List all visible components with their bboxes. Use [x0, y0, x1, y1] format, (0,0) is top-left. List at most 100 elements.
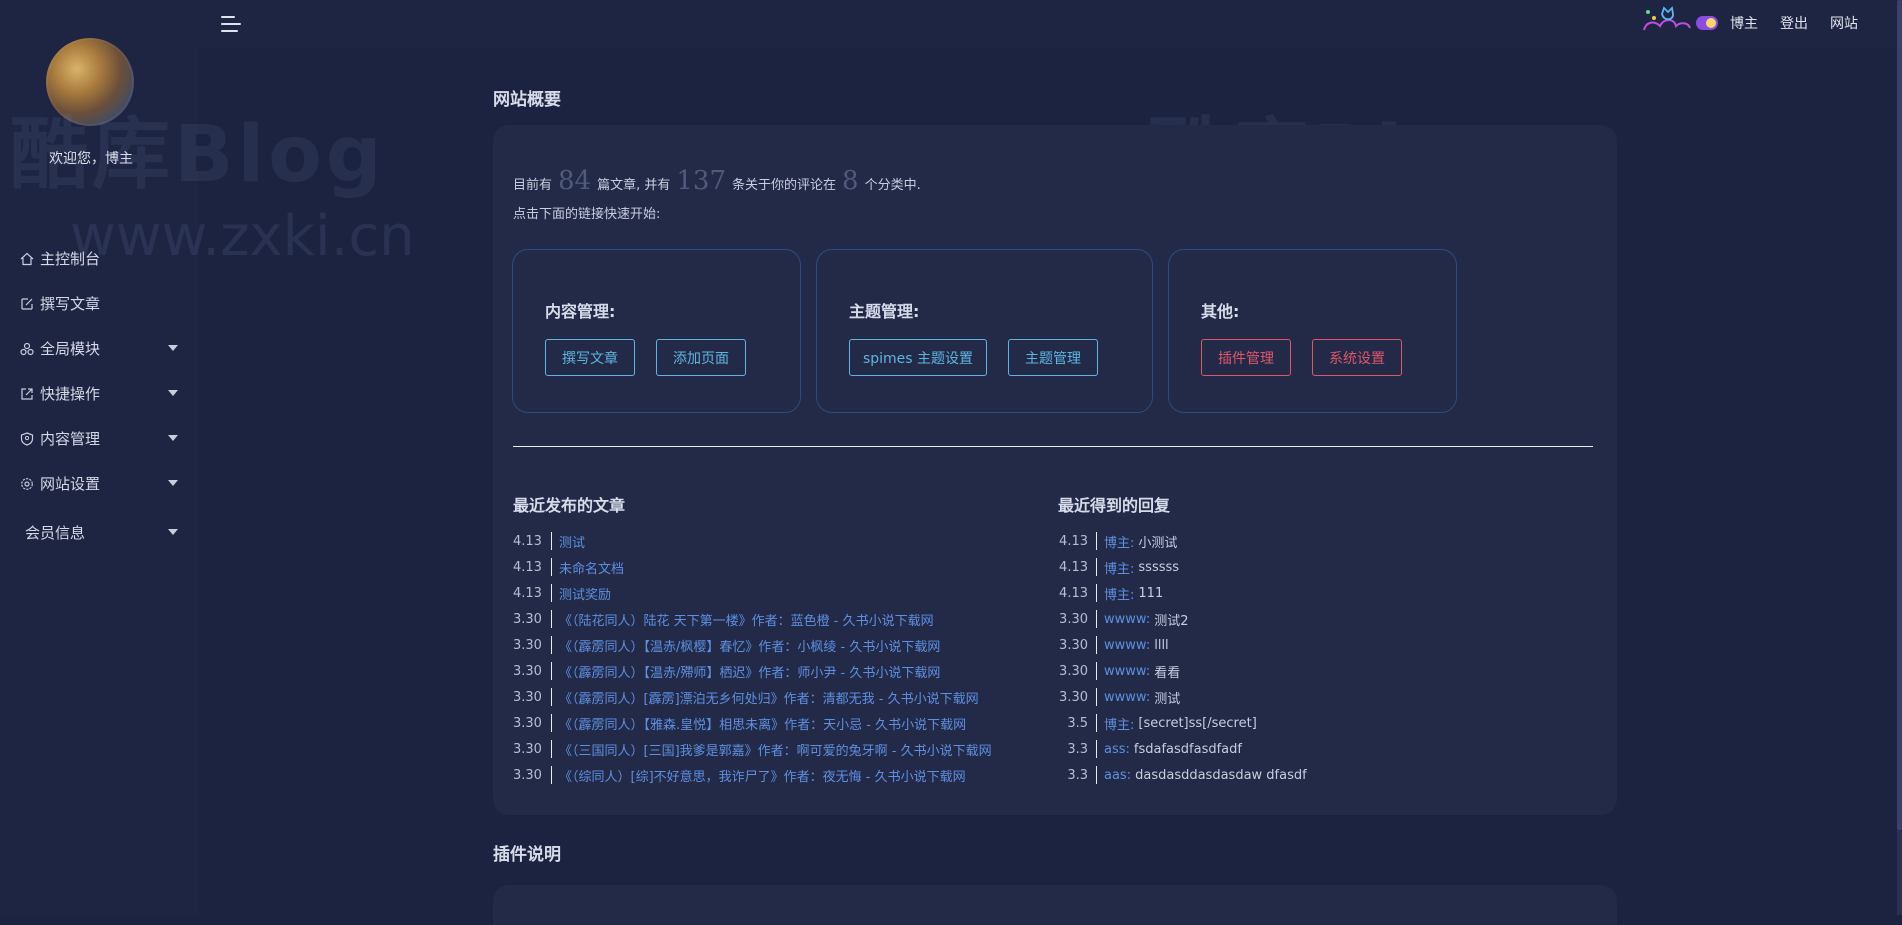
avatar[interactable] — [46, 38, 134, 126]
system-settings-button[interactable]: 系统设置 — [1312, 339, 1402, 376]
post-link[interactable]: 《（霹雳同人）【温赤/枫樱】春忆》作者：小枫绫 - 久书小说下载网 — [559, 636, 940, 655]
external-link-icon — [20, 387, 34, 401]
post-link[interactable]: 未命名文档 — [559, 558, 624, 577]
scrollbar-thumb[interactable] — [1897, 0, 1902, 830]
list-item: 3.30 wwww: 测试2 — [1059, 610, 1189, 629]
list-item: 3.30 《（三国同人）[三国]我爹是郭嘉》作者：啊可爱的兔牙啊 - 久书小说下载… — [513, 740, 992, 759]
reply-author-link[interactable]: 博主: — [1104, 714, 1134, 733]
chevron-down-icon — [168, 529, 178, 535]
theme-manage-button[interactable]: 主题管理 — [1008, 339, 1098, 376]
reply-text[interactable]: ssssss — [1138, 560, 1179, 575]
sidebar-item-global-modules[interactable]: 全局模块 — [0, 326, 198, 371]
post-link[interactable]: 《（霹雳同人）[霹雳]漂泊无乡何处归》作者：清都无我 - 久书小说下载网 — [559, 688, 979, 707]
reply-text[interactable]: llll — [1154, 638, 1168, 653]
post-link[interactable]: 《（陆花同人）陆花 天下第一楼》作者：蓝色橙 - 久书小说下载网 — [559, 610, 934, 629]
write-post-button[interactable]: 撰写文章 — [545, 339, 635, 376]
top-link-logout[interactable]: 登出 — [1780, 13, 1808, 33]
list-item: 4.13 博主: 111 — [1059, 584, 1164, 603]
post-link[interactable]: 测试奖励 — [559, 584, 611, 603]
sidebar-item-label: 主控制台 — [40, 250, 101, 268]
sidebar-item-member[interactable]: 会员信息 — [0, 510, 198, 555]
list-item: 4.13 未命名文档 — [513, 558, 625, 577]
list-item: 3.30 《（霹雳同人）【温赤/枫樱】春忆》作者：小枫绫 - 久书小说下载网 — [513, 636, 941, 655]
reply-author-link[interactable]: wwww: — [1104, 638, 1150, 653]
reply-text[interactable]: [secret]ss[/secret] — [1138, 716, 1256, 731]
reply-text[interactable]: 测试2 — [1154, 610, 1188, 629]
reply-author-link[interactable]: 博主: — [1104, 532, 1134, 551]
edit-icon — [20, 297, 34, 311]
scrollbar[interactable] — [1897, 0, 1902, 915]
list-item: 4.13 测试奖励 — [513, 584, 612, 603]
sidebar-item-label: 快捷操作 — [40, 385, 101, 403]
list-item: 4.13 博主: 小测试 — [1059, 532, 1178, 551]
sidebar-item-content[interactable]: 内容管理 — [0, 416, 198, 461]
decorative-cat-logo-icon — [1643, 6, 1718, 31]
sidebar-item-label: 全局模块 — [40, 340, 101, 358]
list-item: 3.30 《（霹雳同人）【温赤/殢师】栖迟》作者：师小尹 - 久书小说下载网 — [513, 662, 941, 681]
recent-posts-title: 最近发布的文章 — [513, 496, 626, 515]
reply-author-link[interactable]: ass: — [1104, 742, 1130, 757]
list-item: 3.30 wwww: 看看 — [1059, 662, 1181, 681]
post-link[interactable]: 《（霹雳同人）【温赤/殢师】栖迟》作者：师小尹 - 久书小说下载网 — [559, 662, 940, 681]
home-icon — [20, 252, 34, 266]
reply-author-link[interactable]: wwww: — [1104, 612, 1150, 627]
plugin-manage-button[interactable]: 插件管理 — [1201, 339, 1291, 376]
list-item: 3.30 《（综同人）[综]不好意思，我诈尸了》作者：夜无悔 - 久书小说下载网 — [513, 766, 966, 785]
top-link-profile[interactable]: 博主 — [1730, 13, 1758, 33]
recent-replies-title: 最近得到的回复 — [1058, 496, 1171, 515]
recent-replies-list: 4.13 博主: 小测试 4.13 博主: ssssss 4.13 博主: 111 3.30… — [1058, 528, 1307, 788]
box-title: 主题管理: — [849, 302, 920, 321]
reply-author-link[interactable]: wwww: — [1104, 690, 1150, 705]
list-item: 3.3 aas: dasdasddasdasdaw dfasdf — [1067, 766, 1307, 784]
reply-text[interactable]: 测试 — [1154, 688, 1180, 707]
divider — [513, 446, 1593, 447]
sidebar-item-quick-actions[interactable]: 快捷操作 — [0, 371, 198, 416]
list-item: 3.3 ass: fsdafasdfasdfadf — [1067, 740, 1242, 758]
reply-text[interactable]: fsdafasdfasdfadf — [1134, 742, 1242, 757]
list-item: 3.30 wwww: 测试 — [1059, 688, 1181, 707]
top-link-site[interactable]: 网站 — [1830, 13, 1858, 33]
reply-text[interactable]: 111 — [1138, 586, 1163, 601]
sidebar-item-dashboard[interactable]: 主控制台 — [0, 236, 198, 281]
page-title: 网站概要 — [493, 90, 561, 110]
shield-icon — [20, 431, 34, 446]
post-link[interactable]: 《（综同人）[综]不好意思，我诈尸了》作者：夜无悔 - 久书小说下载网 — [559, 766, 966, 785]
sidebar-item-label: 撰写文章 — [40, 295, 101, 313]
chevron-down-icon — [168, 345, 178, 351]
box-title: 内容管理: — [545, 302, 616, 321]
post-link[interactable]: 《（霹雳同人）【雅森.皇悦】相思未离》作者：天小忌 - 久书小说下载网 — [559, 714, 966, 733]
theme-settings-button[interactable]: spimes 主题设置 — [849, 339, 987, 376]
recent-posts-list: 4.13 测试 4.13 未命名文档 4.13 测试奖励 3.30 《（陆花同人）陆花 … — [513, 528, 992, 788]
list-item: 4.13 测试 — [513, 532, 586, 551]
sidebar: 欢迎您，博主 主控制台 撰写文章 全局模块 快捷操作 内容管理 网站设置 会员信… — [0, 0, 198, 915]
chevron-down-icon — [168, 435, 178, 441]
list-item: 3.30 《（陆花同人）陆花 天下第一楼》作者：蓝色橙 - 久书小说下载网 — [513, 610, 934, 629]
sidebar-item-write[interactable]: 撰写文章 — [0, 281, 198, 326]
plugin-card — [493, 885, 1617, 925]
site-summary: 目前有 84 篇文章, 并有 137 条关于你的评论在 8 个分类中. — [513, 166, 921, 196]
list-item: 3.30 wwww: llll — [1059, 636, 1169, 654]
reply-author-link[interactable]: aas: — [1104, 768, 1131, 783]
reply-author-link[interactable]: 博主: — [1104, 584, 1134, 603]
list-item: 4.13 博主: ssssss — [1059, 558, 1180, 577]
content-management-box: 内容管理: 撰写文章 添加页面 — [512, 249, 801, 413]
reply-text[interactable]: 看看 — [1154, 662, 1180, 681]
sidebar-menu: 主控制台 撰写文章 全局模块 快捷操作 内容管理 网站设置 会员信息 — [0, 236, 198, 555]
post-count: 84 — [558, 166, 592, 196]
menu-toggle-icon[interactable] — [221, 15, 241, 33]
reply-author-link[interactable]: 博主: — [1104, 558, 1134, 577]
sidebar-item-settings[interactable]: 网站设置 — [0, 461, 198, 506]
modules-icon — [20, 342, 34, 356]
quick-start-hint: 点击下面的链接快速开始: — [513, 207, 661, 222]
post-link[interactable]: 测试 — [559, 532, 585, 551]
sidebar-item-label: 内容管理 — [40, 430, 101, 448]
top-links: 博主 登出 网站 — [1730, 13, 1858, 33]
reply-text[interactable]: 小测试 — [1138, 532, 1177, 551]
add-page-button[interactable]: 添加页面 — [656, 339, 746, 376]
other-box: 其他: 插件管理 系统设置 — [1168, 249, 1457, 413]
reply-author-link[interactable]: wwww: — [1104, 664, 1150, 679]
reply-text[interactable]: dasdasddasdasdaw dfasdf — [1135, 768, 1307, 783]
chevron-down-icon — [168, 480, 178, 486]
post-link[interactable]: 《（三国同人）[三国]我爹是郭嘉》作者：啊可爱的兔牙啊 - 久书小说下载网 — [559, 740, 992, 759]
list-item: 3.30 《（霹雳同人）[霹雳]漂泊无乡何处归》作者：清都无我 - 久书小说下载网 — [513, 688, 979, 707]
